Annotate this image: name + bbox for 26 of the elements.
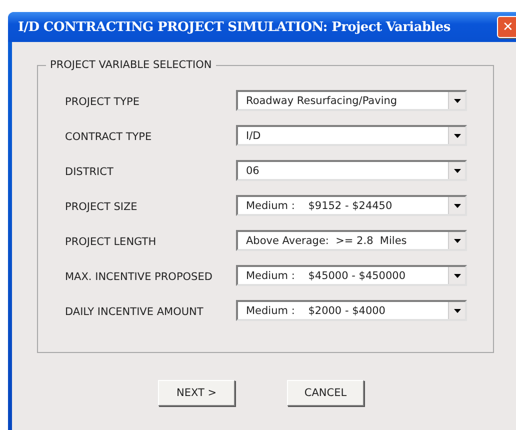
close-button[interactable]: ✕	[497, 16, 516, 38]
caret-icon	[454, 168, 460, 172]
dropdown-field[interactable]: 06	[236, 160, 467, 181]
caret-icon	[454, 134, 460, 138]
window-title: I/D CONTRACTING PROJECT SIMULATION: Project Variables	[18, 20, 450, 34]
cancel-button[interactable]: CANCEL	[287, 380, 364, 406]
group-title: PROJECT VARIABLE SELECTION	[49, 59, 213, 71]
caret-icon	[454, 308, 460, 312]
dropdown-field[interactable]: I/D	[236, 125, 467, 146]
dropdown-field[interactable]: Medium : $2000 - $4000	[236, 300, 467, 321]
caret-icon	[454, 204, 460, 208]
field-label: PROJECT LENGTH	[64, 235, 158, 248]
dropdown-field[interactable]: Roadway Resurfacing/Paving	[236, 90, 467, 111]
field-label: MAX. INCENTIVE PROPOSED	[64, 270, 214, 283]
field-label: CONTRACT TYPE	[64, 130, 153, 143]
caret-icon	[454, 98, 460, 102]
dropdown-field[interactable]: Above Average: >= 2.8 Miles	[236, 230, 467, 251]
field-label: DAILY INCENTIVE AMOUNT	[64, 305, 204, 318]
dropdown-field[interactable]: Medium : $9152 - $24450	[236, 195, 467, 216]
caret-icon	[454, 274, 460, 278]
next-button[interactable]: NEXT >	[158, 380, 235, 406]
field-label: PROJECT SIZE	[64, 200, 138, 213]
field-label: PROJECT TYPE	[64, 95, 140, 108]
caret-icon	[454, 238, 460, 242]
dropdown-field[interactable]: Medium : $45000 - $450000	[236, 265, 467, 286]
field-label: DISTRICT	[64, 165, 114, 178]
